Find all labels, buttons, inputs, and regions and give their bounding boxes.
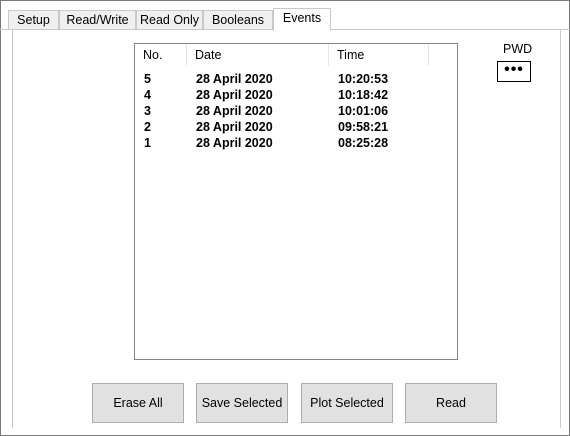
event-number: 3	[144, 104, 151, 118]
event-date: 28 April 2020	[196, 104, 273, 118]
plot-selected-button[interactable]: Plot Selected	[301, 383, 393, 423]
tab-booleans[interactable]: Booleans	[203, 10, 273, 29]
save-selected-button[interactable]: Save Selected	[196, 383, 288, 423]
list-item[interactable]: 3 28 April 2020 10:01:06	[135, 103, 457, 119]
event-number: 2	[144, 120, 151, 134]
password-label: PWD	[503, 42, 533, 56]
tab-strip: Setup Read/Write Read Only Booleans Even…	[0, 8, 570, 31]
event-time: 09:58:21	[338, 120, 389, 134]
event-date: 28 April 2020	[196, 72, 273, 86]
erase-all-button[interactable]: Erase All	[92, 383, 184, 423]
list-item[interactable]: 5 28 April 2020 10:20:53	[135, 71, 457, 87]
column-header-time[interactable]: Time	[329, 44, 429, 66]
read-button[interactable]: Read	[405, 383, 497, 423]
event-number: 1	[144, 136, 151, 150]
tab-read-write[interactable]: Read/Write	[59, 10, 136, 29]
events-list[interactable]: No. Date Time 5 28 April 2020 10:20:53 4…	[134, 43, 458, 360]
tab-events[interactable]: Events	[273, 8, 331, 31]
events-list-rows: 5 28 April 2020 10:20:53 4 28 April 2020…	[135, 71, 457, 151]
event-time: 10:18:42	[338, 88, 389, 102]
event-date: 28 April 2020	[196, 136, 273, 150]
list-item[interactable]: 1 28 April 2020 08:25:28	[135, 135, 457, 151]
column-header-date[interactable]: Date	[187, 44, 329, 66]
events-list-header: No. Date Time	[135, 44, 457, 66]
event-time: 08:25:28	[338, 136, 389, 150]
list-item[interactable]: 2 28 April 2020 09:58:21	[135, 119, 457, 135]
list-item[interactable]: 4 28 April 2020 10:18:42	[135, 87, 457, 103]
event-date: 28 April 2020	[196, 88, 273, 102]
event-date: 28 April 2020	[196, 120, 273, 134]
event-time: 10:01:06	[338, 104, 389, 118]
column-header-no[interactable]: No.	[135, 44, 187, 66]
event-number: 5	[144, 72, 151, 86]
event-number: 4	[144, 88, 151, 102]
tab-read-only[interactable]: Read Only	[136, 10, 203, 29]
event-time: 10:20:53	[338, 72, 389, 86]
password-field[interactable]: •••	[497, 61, 531, 82]
tab-setup[interactable]: Setup	[8, 10, 59, 29]
